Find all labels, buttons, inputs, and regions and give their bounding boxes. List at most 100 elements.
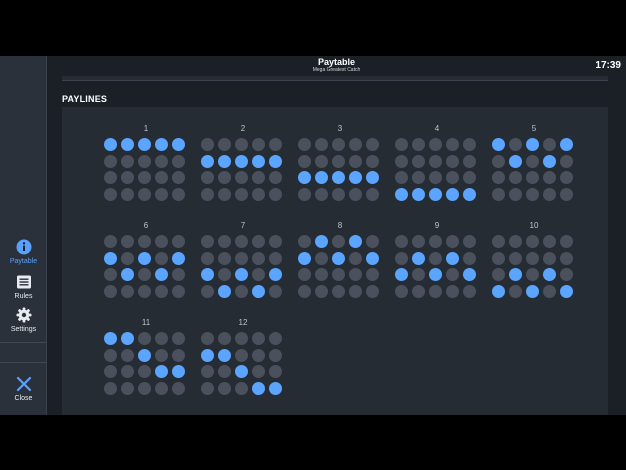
- sidebar-item-label: Rules: [14, 293, 33, 300]
- active-position-dot: [492, 284, 505, 298]
- inactive-position-dot: [463, 235, 476, 248]
- inactive-position-dot: [252, 235, 265, 248]
- inactive-position-dot: [155, 284, 168, 298]
- active-position-dot: [104, 332, 117, 345]
- active-position-dot: [235, 268, 248, 281]
- payline-number: 4: [434, 124, 440, 133]
- inactive-position-dot: [252, 365, 265, 378]
- payline-card: 2: [201, 124, 285, 208]
- active-position-dot: [543, 268, 556, 281]
- inactive-position-dot: [138, 154, 151, 168]
- inactive-position-dot: [509, 187, 522, 201]
- inactive-position-dot: [201, 381, 214, 395]
- inactive-position-dot: [463, 138, 476, 151]
- section-title: PAYLINES: [62, 94, 108, 104]
- inactive-position-dot: [560, 251, 573, 265]
- inactive-position-dot: [526, 187, 539, 201]
- game-name: Mega Greatest Catch: [312, 67, 361, 73]
- inactive-position-dot: [269, 138, 282, 151]
- inactive-position-dot: [218, 138, 231, 151]
- inactive-position-dot: [543, 251, 556, 265]
- inactive-position-dot: [332, 284, 345, 298]
- inactive-position-dot: [395, 138, 408, 151]
- sidebar-item-label: Paytable: [9, 258, 38, 265]
- inactive-position-dot: [412, 171, 425, 184]
- inactive-position-dot: [252, 348, 265, 362]
- inactive-position-dot: [446, 171, 459, 184]
- active-position-dot: [218, 348, 231, 362]
- active-position-dot: [138, 348, 151, 362]
- inactive-position-dot: [509, 138, 522, 151]
- payline-grid: [492, 235, 576, 298]
- active-position-dot: [104, 138, 117, 151]
- inactive-position-dot: [332, 138, 345, 151]
- inactive-position-dot: [543, 138, 556, 151]
- inactive-position-dot: [560, 235, 573, 248]
- payline-grid: [201, 332, 285, 395]
- active-position-dot: [366, 251, 379, 265]
- inactive-position-dot: [218, 251, 231, 265]
- inactive-position-dot: [366, 154, 379, 168]
- rules-icon: [16, 275, 31, 289]
- active-position-dot: [121, 138, 134, 151]
- inactive-position-dot: [395, 171, 408, 184]
- inactive-position-dot: [155, 332, 168, 345]
- inactive-position-dot: [315, 284, 328, 298]
- inactive-position-dot: [252, 332, 265, 345]
- inactive-position-dot: [201, 332, 214, 345]
- sidebar-item-settings[interactable]: Settings: [0, 307, 47, 333]
- active-position-dot: [526, 138, 539, 151]
- payline-grid: [104, 332, 188, 395]
- active-position-dot: [201, 268, 214, 281]
- inactive-position-dot: [526, 251, 539, 265]
- inactive-position-dot: [104, 348, 117, 362]
- inactive-position-dot: [104, 381, 117, 395]
- inactive-position-dot: [366, 187, 379, 201]
- gear-icon: [16, 307, 31, 323]
- inactive-position-dot: [526, 171, 539, 184]
- inactive-position-dot: [315, 154, 328, 168]
- inactive-position-dot: [492, 187, 505, 201]
- payline-card: 3: [298, 124, 382, 208]
- inactive-position-dot: [429, 251, 442, 265]
- inactive-position-dot: [429, 138, 442, 151]
- sidebar-item-rules[interactable]: Rules: [0, 274, 47, 300]
- inactive-position-dot: [252, 251, 265, 265]
- payline-number: 2: [240, 124, 246, 133]
- inactive-position-dot: [201, 187, 214, 201]
- inactive-position-dot: [172, 284, 185, 298]
- close-button[interactable]: Close: [0, 376, 47, 402]
- inactive-position-dot: [172, 187, 185, 201]
- inactive-position-dot: [315, 251, 328, 265]
- inactive-position-dot: [235, 187, 248, 201]
- inactive-position-dot: [155, 348, 168, 362]
- paytable-screen: Paytable Rules Settings Close Paytable M…: [0, 56, 626, 415]
- sidebar-divider: [0, 362, 47, 363]
- inactive-position-dot: [509, 235, 522, 248]
- inactive-position-dot: [172, 332, 185, 345]
- inactive-position-dot: [104, 268, 117, 281]
- payline-number: 8: [337, 221, 343, 230]
- inactive-position-dot: [315, 268, 328, 281]
- inactive-position-dot: [492, 235, 505, 248]
- inactive-position-dot: [560, 268, 573, 281]
- inactive-position-dot: [349, 138, 362, 151]
- inactive-position-dot: [509, 171, 522, 184]
- inactive-position-dot: [235, 235, 248, 248]
- inactive-position-dot: [138, 284, 151, 298]
- active-position-dot: [395, 268, 408, 281]
- inactive-position-dot: [172, 381, 185, 395]
- inactive-position-dot: [201, 251, 214, 265]
- active-position-dot: [560, 138, 573, 151]
- inactive-position-dot: [138, 268, 151, 281]
- inactive-position-dot: [138, 235, 151, 248]
- inactive-position-dot: [269, 365, 282, 378]
- inactive-position-dot: [446, 268, 459, 281]
- inactive-position-dot: [492, 268, 505, 281]
- sidebar-item-paytable[interactable]: Paytable: [0, 239, 47, 265]
- payline-grid: [298, 235, 382, 298]
- inactive-position-dot: [315, 187, 328, 201]
- payline-number: 11: [141, 318, 151, 327]
- inactive-position-dot: [121, 365, 134, 378]
- inactive-position-dot: [543, 187, 556, 201]
